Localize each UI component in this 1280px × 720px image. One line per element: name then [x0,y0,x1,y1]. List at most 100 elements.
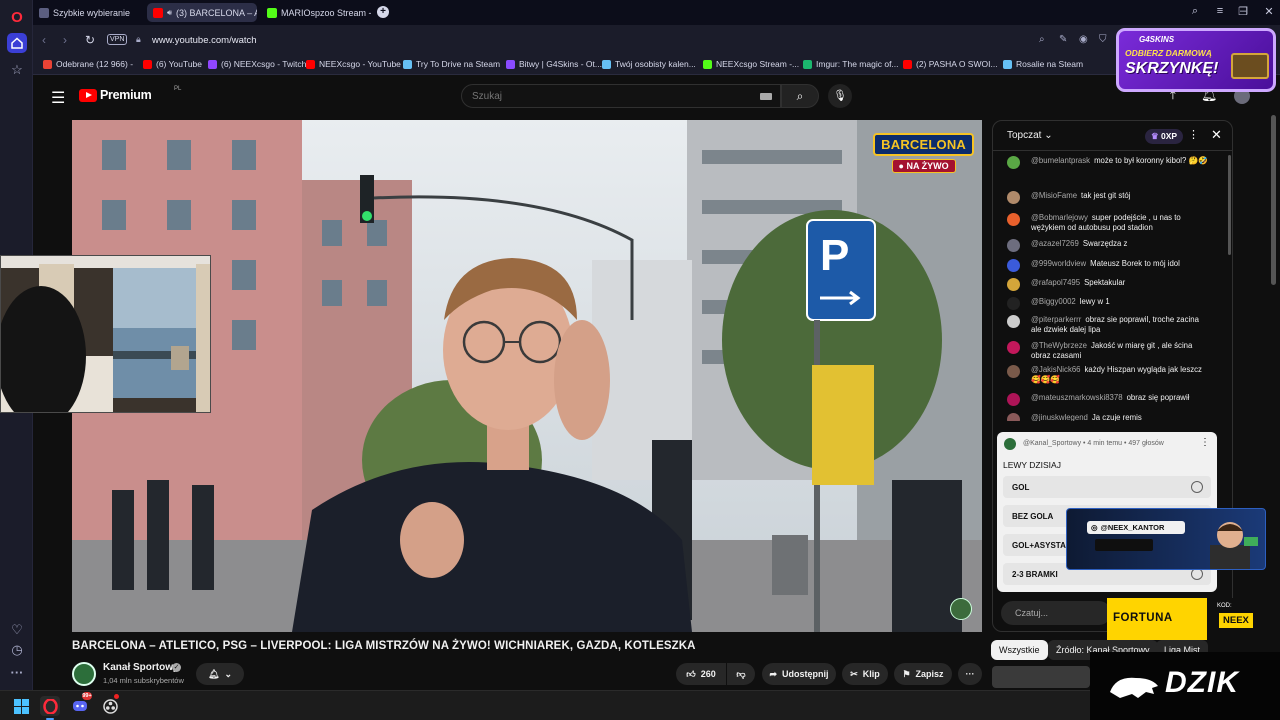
chat-header: Topczat ⌄ ♛ 0XP ⋮ ✕ [993,121,1232,151]
bookmark-item[interactable]: Odebrane (12 966) - [43,59,133,69]
xp-badge[interactable]: ♛ 0XP [1145,129,1184,144]
opera-logo-icon[interactable]: O [7,7,27,27]
tab-kick-stream[interactable]: MARIOspzoo Stream - W [261,3,371,22]
chat-author[interactable]: @MisioFame [1031,191,1077,200]
reload-icon[interactable]: ↻ [85,33,95,47]
chat-scrollbar[interactable] [1228,155,1231,255]
youtube-premium-logo[interactable]: Premium PL [79,86,181,102]
heart-icon[interactable]: ♡ [7,620,27,640]
bookmark-label: Imgur: The magic of... [816,59,899,69]
close-chat-icon[interactable]: ✕ [1211,127,1222,143]
bookmark-item[interactable]: Rosalie na Steam [1003,59,1083,69]
tab-label: Szybkie wybieranie [53,7,131,18]
bookmark-item[interactable]: NEEXcsgo - YouTube [306,59,401,69]
page-scrollbar[interactable] [1271,115,1276,285]
chat-author[interactable]: @mateuszmarkowski8378 [1031,393,1123,402]
chat-author-avatar[interactable] [1007,413,1020,421]
vpn-badge[interactable]: VPN [107,34,128,45]
chat-options-icon[interactable]: ⋮ [1188,128,1199,141]
chat-author-avatar[interactable] [1007,191,1020,204]
search-button[interactable]: ⌕ [781,84,819,108]
chat-author-avatar[interactable] [1007,393,1020,406]
chat-author-avatar[interactable] [1007,259,1020,272]
radio-icon[interactable] [1191,481,1203,493]
dzik-text: DZIK [1165,666,1239,699]
chat-author-avatar[interactable] [1007,239,1020,252]
tab-menu-icon[interactable]: ≡ [1213,5,1227,17]
star-icon[interactable]: ☆ [7,60,27,80]
subscription-bell-button[interactable]: 🔔︎ ⌄ [196,663,244,685]
bookmark-item[interactable]: NEEXcsgo Stream -... [703,59,799,69]
camera-icon[interactable]: ◉ [1079,34,1088,45]
chip-all[interactable]: Wszystkie [991,640,1048,660]
hamburger-menu-icon[interactable]: ☰ [51,88,65,108]
edit-icon[interactable]: ✎ [1059,34,1067,45]
chat-input[interactable]: Czatuj... [1001,601,1111,625]
chat-author[interactable]: @JakisNick66 [1031,365,1081,374]
speaker-icon[interactable]: 🔊︎ [167,8,172,18]
chat-author-avatar[interactable] [1007,315,1020,328]
poll-option[interactable]: GOL [1003,476,1211,498]
like-button[interactable]: 👍︎ 260 [676,663,726,685]
back-icon[interactable]: ‹ [42,33,46,47]
chat-author-avatar[interactable] [1007,278,1020,291]
chat-message-body: @rafapol7495 Spektakular [1031,278,1211,288]
chat-mode-label: Topczat [1007,130,1042,141]
search-tabs-icon[interactable]: ⌕ [1188,5,1202,18]
channel-name[interactable]: Kanał Sportowy [103,662,179,673]
history-clock-icon[interactable]: ◷ [7,640,27,660]
poll-options-icon[interactable]: ⋮ [1200,437,1210,448]
bookmark-label: Odebrane (12 966) - [56,59,134,69]
lock-icon[interactable]: 🔒︎ [136,34,141,45]
bookmark-item[interactable]: Imgur: The magic of... [803,59,899,69]
clip-button[interactable]: ✂ Klip [842,663,888,685]
keyboard-icon[interactable] [760,93,772,100]
bookmark-item[interactable]: Bitwy | G4Skins - Ot... [506,59,602,69]
restore-icon[interactable]: ❐ [1236,5,1250,18]
chat-author[interactable]: @piterparkerrr [1031,315,1081,324]
chat-author[interactable]: @bumelantprask [1031,156,1090,165]
bookmark-item[interactable]: (6) YouTube [143,59,202,69]
bookmark-item[interactable]: (2) PASHA O SWOI... [903,59,998,69]
bookmark-favicon-icon [208,59,217,69]
share-button[interactable]: ➦ Udostępnij [762,663,836,685]
bookmark-item[interactable]: (6) NEEXcsgo - Twitch [208,59,306,69]
channel-avatar[interactable] [72,662,96,686]
chat-author-avatar[interactable] [1007,341,1020,354]
chat-author[interactable]: @Biggy0002 [1031,297,1076,306]
forward-icon[interactable]: › [63,33,67,47]
save-button[interactable]: ⚑ Zapisz [894,663,952,685]
more-actions-button[interactable]: ··· [958,663,982,685]
dislike-button[interactable]: 👎︎ [727,663,755,685]
video-title: BARCELONA – ATLETICO, PSG – LIVERPOOL: L… [72,640,696,652]
more-dots-icon[interactable]: ··· [7,662,27,682]
chat-author[interactable]: @Bobmarlejowy [1031,213,1088,222]
home-icon[interactable] [7,33,27,53]
chat-author[interactable]: @TheWybrzeze [1031,341,1087,350]
microphone-icon[interactable]: 🎙︎ [828,84,852,108]
new-tab-button[interactable]: + [377,6,389,18]
close-window-icon[interactable]: ✕ [1262,5,1276,18]
chat-mode-dropdown[interactable]: Topczat ⌄ [1007,130,1053,141]
opera-gx-icon[interactable] [40,696,60,720]
chat-author[interactable]: @jinuskwlegend [1031,413,1088,421]
windows-start-icon[interactable] [11,696,31,716]
chat-author-avatar[interactable] [1007,297,1020,310]
url-field[interactable]: www.youtube.com/watch [152,35,257,46]
search-input[interactable] [462,85,742,107]
recommended-video-thumbnail[interactable] [992,666,1090,688]
chat-author[interactable]: @rafapol7495 [1031,278,1080,287]
chat-author[interactable]: @999worldview [1031,259,1086,268]
chat-author-avatar[interactable] [1007,213,1020,226]
chat-author[interactable]: @azazel7269 [1031,239,1079,248]
chat-author-avatar[interactable] [1007,365,1020,378]
tab-youtube-active[interactable]: 🔊︎ (3) BARCELONA – ATL [147,3,257,22]
windows-taskbar [0,690,1090,720]
bookmark-item[interactable]: Try To Drive na Steam [403,59,500,69]
tab-speed-dial[interactable]: Szybkie wybieranie [33,3,143,22]
bookmark-item[interactable]: Twój osobisty kalen... [602,59,696,69]
search-icon[interactable]: ⌕ [1039,34,1045,45]
chat-author-avatar[interactable] [1007,156,1020,169]
shield-icon[interactable]: ⛉ [1099,34,1107,45]
obs-icon[interactable] [100,696,120,716]
